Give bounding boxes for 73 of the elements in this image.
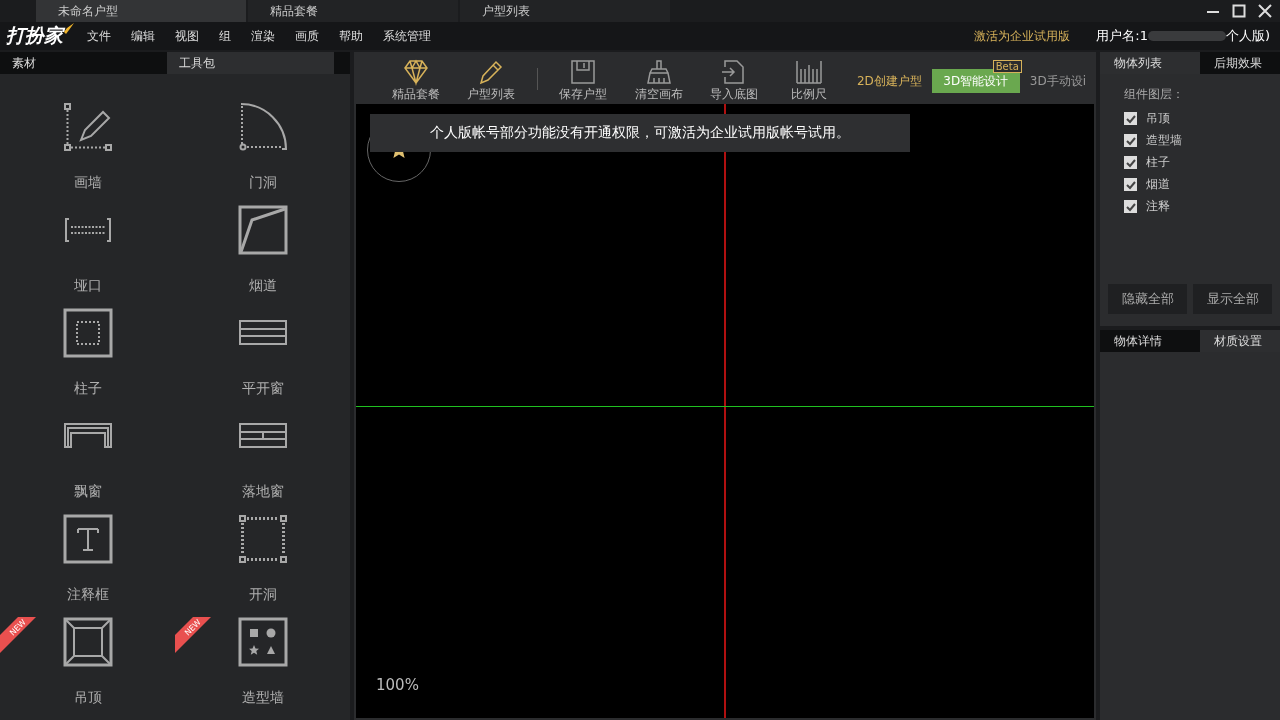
account-type-label: 个人版) bbox=[1225, 27, 1270, 46]
tool-label: 飘窗 bbox=[73, 483, 102, 501]
panel-tab[interactable]: 材质设置 bbox=[1200, 330, 1280, 352]
layer-checkbox[interactable] bbox=[1124, 178, 1137, 191]
pencil-toolbar-button[interactable]: 户型列表 bbox=[453, 58, 529, 104]
door-tool-icon[interactable] bbox=[237, 102, 288, 152]
pencil-icon bbox=[477, 58, 505, 86]
layer-visibility-button[interactable]: 隐藏全部 bbox=[1108, 284, 1187, 314]
layer-label: 造型墙 bbox=[1146, 132, 1182, 149]
layers-title: 组件图层： bbox=[1124, 86, 1185, 103]
menu-item[interactable]: 编辑 bbox=[131, 27, 155, 45]
flue-tool-icon[interactable] bbox=[237, 205, 288, 255]
panel-tab[interactable]: 物体详情 bbox=[1100, 330, 1200, 352]
menu-item[interactable]: 文件 bbox=[87, 27, 111, 45]
shapes-tool-icon[interactable] bbox=[237, 617, 288, 667]
diamond-toolbar-button[interactable]: 精品套餐 bbox=[378, 58, 454, 104]
layer-label: 注释 bbox=[1146, 198, 1170, 215]
layer-checkbox[interactable] bbox=[1124, 112, 1137, 125]
tool-label: 开洞 bbox=[248, 586, 277, 604]
tool-label: 门洞 bbox=[248, 174, 277, 192]
menu-item[interactable]: 组 bbox=[219, 27, 231, 45]
design-canvas[interactable]: 个人版帐号部分功能没有开通权限，可激活为企业试用版帐号试用。 100% bbox=[356, 104, 1094, 718]
tool-label: 垭口 bbox=[73, 277, 102, 295]
document-tab[interactable]: 精品套餐 bbox=[248, 0, 458, 23]
tool-label: 平开窗 bbox=[241, 380, 284, 398]
layer-checkbox[interactable] bbox=[1124, 156, 1137, 169]
hole-tool-icon[interactable] bbox=[237, 514, 288, 564]
menu-item[interactable]: 系统管理 bbox=[383, 27, 431, 45]
tool-label: 造型墙 bbox=[241, 689, 284, 707]
maximize-icon[interactable] bbox=[1232, 4, 1246, 19]
menu-item[interactable]: 视图 bbox=[175, 27, 199, 45]
activate-link[interactable]: 激活为企业试用版 bbox=[974, 27, 1071, 45]
tool-label: 柱子 bbox=[73, 380, 102, 398]
text-tool-icon[interactable] bbox=[62, 514, 113, 564]
layer-label: 柱子 bbox=[1146, 154, 1170, 171]
pillar-tool-icon[interactable] bbox=[62, 308, 113, 358]
ruler-icon bbox=[795, 58, 824, 86]
document-tab[interactable]: 未命名户型 bbox=[36, 0, 246, 23]
ruler-toolbar-button[interactable]: 比例尺 bbox=[771, 58, 847, 104]
panel-tab[interactable]: 后期效果 bbox=[1200, 52, 1280, 74]
wall-tool-icon[interactable] bbox=[62, 102, 113, 152]
menu-item[interactable]: 渲染 bbox=[251, 27, 275, 45]
mode-button[interactable]: 2D创建户型 bbox=[846, 69, 932, 93]
tool-label: 落地窗 bbox=[241, 483, 284, 501]
save-toolbar-button[interactable]: 保存户型 bbox=[545, 58, 621, 104]
username-label: 用户名:1 bbox=[1096, 27, 1148, 46]
ceiling-tool-icon[interactable] bbox=[62, 617, 113, 667]
tool-label: 烟道 bbox=[248, 277, 277, 295]
tool-label: 吊顶 bbox=[73, 689, 102, 707]
import-toolbar-button[interactable]: 导入底图 bbox=[696, 58, 772, 104]
app-logo: 打扮家 bbox=[6, 23, 63, 49]
close-icon[interactable] bbox=[1258, 4, 1272, 19]
layer-label: 吊顶 bbox=[1146, 110, 1170, 127]
panel-tab[interactable]: 物体列表 bbox=[1100, 52, 1200, 74]
mode-button[interactable]: 3D手动设i bbox=[1019, 69, 1096, 93]
broom-toolbar-button[interactable]: 清空画布 bbox=[620, 58, 697, 104]
zoom-level: 100% bbox=[376, 676, 419, 694]
panel-tab[interactable]: 工具包 bbox=[167, 52, 334, 74]
tool-label: 画墙 bbox=[73, 174, 102, 192]
broom-icon bbox=[644, 58, 673, 86]
menu-item[interactable]: 帮助 bbox=[339, 27, 363, 45]
save-icon bbox=[569, 58, 598, 86]
layer-checkbox[interactable] bbox=[1124, 200, 1137, 213]
beta-badge: Beta bbox=[992, 60, 1022, 73]
layer-label: 烟道 bbox=[1146, 176, 1170, 193]
document-tab[interactable]: 户型列表 bbox=[460, 0, 670, 23]
layer-visibility-button[interactable]: 显示全部 bbox=[1193, 284, 1272, 314]
tool-label: 注释框 bbox=[66, 586, 109, 604]
diamond-icon bbox=[401, 58, 430, 86]
notification-toast: 个人版帐号部分功能没有开通权限，可激活为企业试用版帐号试用。 bbox=[370, 114, 910, 152]
panel-tab[interactable]: 素材 bbox=[0, 52, 167, 74]
menu-item[interactable]: 画质 bbox=[295, 27, 319, 45]
layer-checkbox[interactable] bbox=[1124, 134, 1137, 147]
